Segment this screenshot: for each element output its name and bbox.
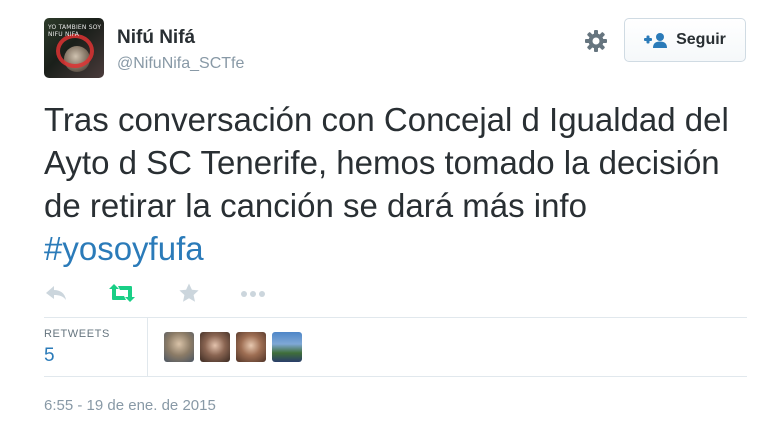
user-name[interactable]: Nifú Nifá bbox=[117, 27, 195, 49]
tweet-timestamp[interactable]: 6:55 - 19 de ene. de 2015 bbox=[44, 397, 216, 414]
stats-vertical-divider bbox=[147, 318, 148, 376]
add-user-icon bbox=[644, 32, 668, 48]
user-handle[interactable]: @NifuNifa_SCTfe bbox=[117, 55, 244, 73]
tweet-text: Tras conversación con Concejal d Igualda… bbox=[44, 98, 744, 270]
gear-icon[interactable] bbox=[583, 28, 609, 54]
follow-button-label: Seguir bbox=[676, 31, 726, 48]
retweeter-avatar[interactable] bbox=[200, 332, 230, 362]
avatar-text: YO TAMBIEN SOY NIFU NIFA bbox=[48, 24, 102, 38]
stats-divider-bottom bbox=[44, 376, 747, 377]
tweet-card: YO TAMBIEN SOY NIFU NIFA Nifú Nifá @Nifu… bbox=[0, 0, 770, 445]
retweet-icon[interactable] bbox=[108, 282, 136, 304]
retweets-count[interactable]: 5 bbox=[44, 345, 55, 367]
reply-icon[interactable] bbox=[44, 282, 68, 304]
follow-button[interactable]: Seguir bbox=[624, 18, 746, 62]
retweets-label: RETWEETS bbox=[44, 328, 110, 340]
more-icon[interactable] bbox=[240, 282, 266, 304]
retweeter-avatar[interactable] bbox=[272, 332, 302, 362]
hashtag-link[interactable]: #yosoyfufa bbox=[44, 230, 204, 267]
tweet-body: Tras conversación con Concejal d Igualda… bbox=[44, 101, 729, 224]
star-icon[interactable] bbox=[178, 282, 200, 304]
retweeter-avatar[interactable] bbox=[164, 332, 194, 362]
avatar-ring bbox=[56, 34, 94, 68]
profile-avatar[interactable]: YO TAMBIEN SOY NIFU NIFA bbox=[44, 18, 104, 78]
stats-divider-top bbox=[44, 317, 747, 318]
retweeter-avatar[interactable] bbox=[236, 332, 266, 362]
